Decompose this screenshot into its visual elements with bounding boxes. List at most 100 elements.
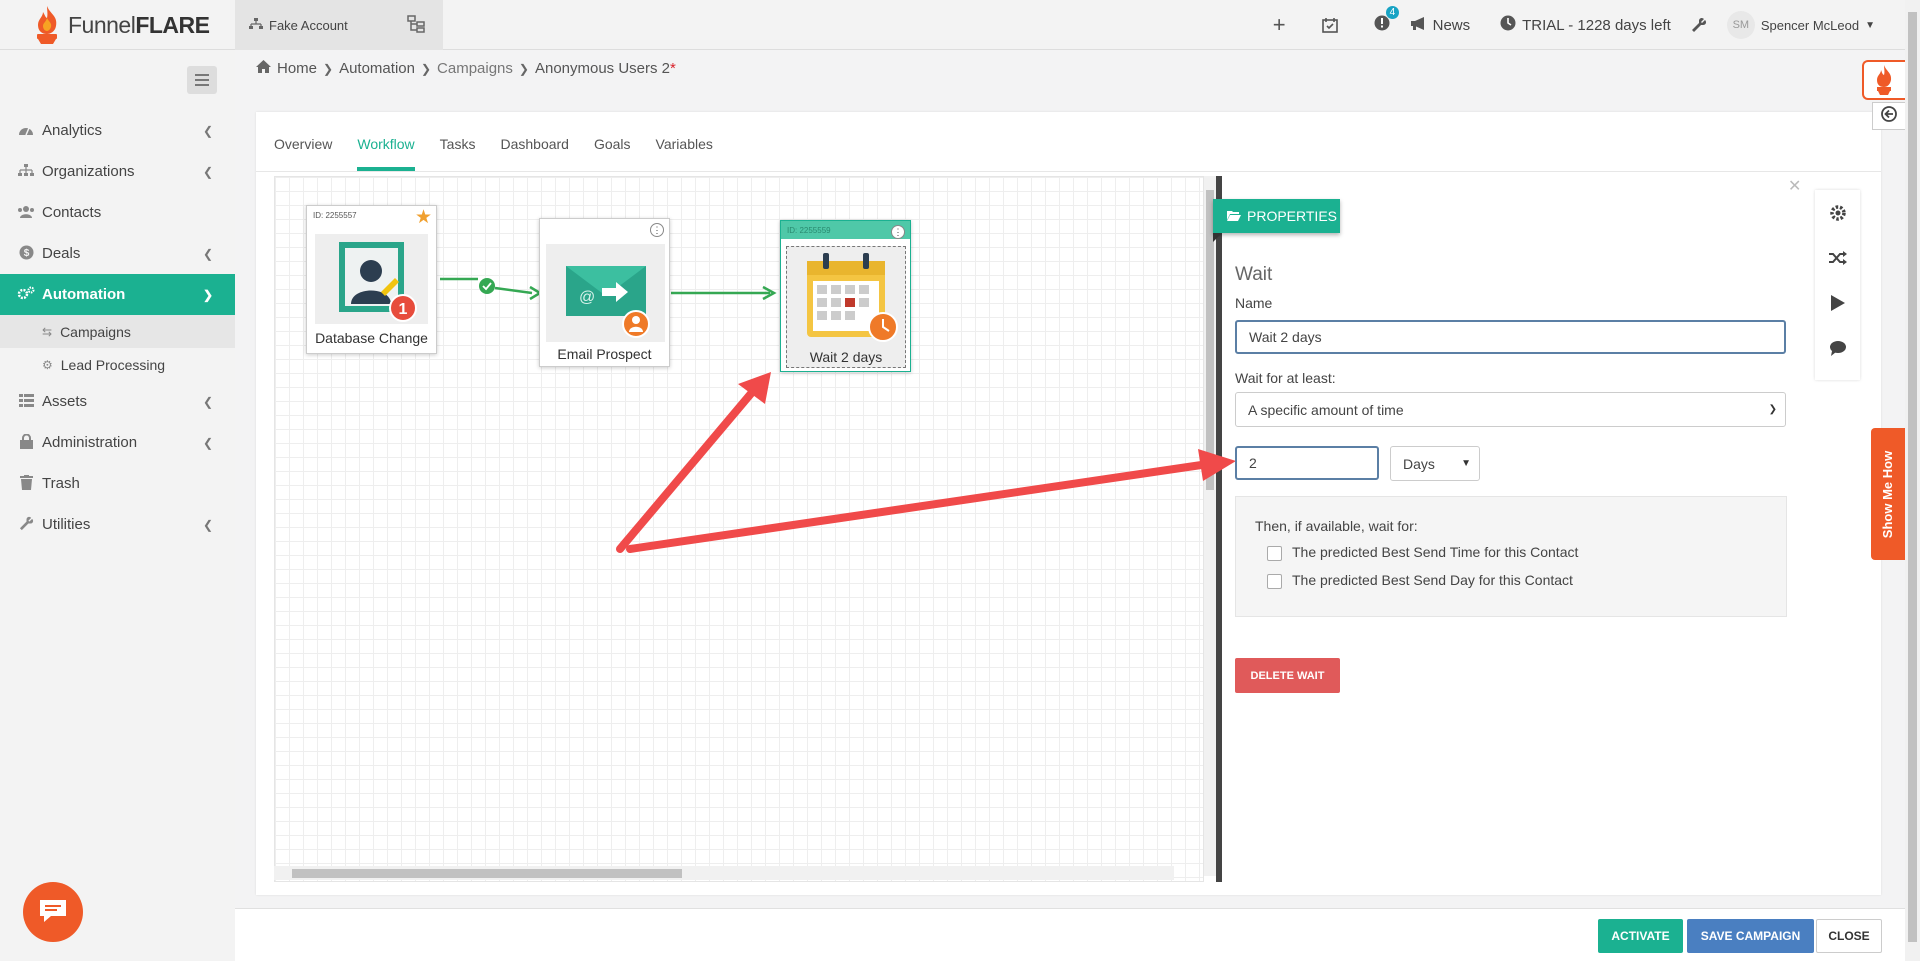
panel-divider[interactable]	[1216, 176, 1222, 882]
sidebar-item-analytics[interactable]: Analytics ❮	[0, 110, 235, 151]
star-icon[interactable]: ★	[415, 206, 432, 229]
shuffle-icon[interactable]	[1815, 235, 1860, 280]
sidebar-item-organizations[interactable]: Organizations ❮	[0, 151, 235, 192]
svg-text:$: $	[23, 248, 29, 259]
campaign-name: Anonymous Users 2	[534, 60, 671, 77]
settings-gear-icon[interactable]	[1815, 190, 1860, 235]
canvas-horizontal-scrollbar[interactable]	[274, 866, 1174, 880]
caret-down-icon: ▼	[1461, 458, 1471, 469]
wait-for-select[interactable]: A specific amount of time ❯	[1235, 392, 1786, 427]
close-button[interactable]: CLOSE	[1816, 919, 1882, 953]
activate-button[interactable]: ACTIVATE	[1598, 919, 1683, 953]
users-icon	[16, 205, 36, 221]
play-icon[interactable]	[1815, 280, 1860, 325]
flame-logo-icon	[30, 4, 64, 46]
logo-text-bold: FLARE	[135, 11, 210, 38]
tab-tasks[interactable]: Tasks	[440, 136, 476, 171]
add-icon[interactable]: +	[1273, 12, 1286, 38]
org-tree-icon[interactable]	[407, 15, 425, 38]
funnelflare-logo[interactable]: FunnelFLARE	[30, 0, 235, 50]
name-input[interactable]: Wait 2 days	[1235, 320, 1786, 354]
workflow-node-database-change[interactable]: ID: 2255557 ★ 1 Database Change	[306, 205, 437, 354]
hamburger-menu-icon[interactable]	[187, 66, 217, 94]
sidebar-item-label: Trash	[42, 475, 80, 492]
node-menu-icon[interactable]: ⋮	[650, 223, 664, 237]
sidebar-item-automation[interactable]: Automation ❯	[0, 274, 235, 315]
clock-icon	[1500, 15, 1516, 35]
exclamation-circle-icon	[1374, 15, 1390, 35]
calendar-check-icon[interactable]	[1321, 17, 1338, 33]
node-label: Database Change	[315, 330, 428, 346]
tab-dashboard[interactable]: Dashboard	[500, 136, 569, 171]
best-send-day-checkbox[interactable]	[1267, 574, 1282, 589]
node-label: Email Prospect	[557, 346, 652, 362]
sidebar-item-trash[interactable]: Trash	[0, 463, 235, 504]
close-panel-icon[interactable]: ✕	[1788, 176, 1801, 196]
tab-workflow[interactable]: Workflow	[357, 136, 415, 171]
sidebar-item-label: Automation	[42, 286, 126, 303]
alerts-button[interactable]: 4	[1374, 6, 1400, 35]
page-scrollbar[interactable]	[1905, 0, 1920, 961]
node-selection-box: Wait 2 days	[786, 246, 906, 368]
news-link[interactable]: News	[1410, 16, 1471, 35]
wait-amount-value: 2	[1249, 455, 1257, 471]
sidebar-item-label: Deals	[42, 245, 81, 262]
best-send-time-checkbox[interactable]	[1267, 546, 1282, 561]
node-menu-icon[interactable]: ⋮	[891, 225, 905, 239]
tab-variables[interactable]: Variables	[656, 136, 713, 171]
sidebar-item-assets[interactable]: Assets ❮	[0, 381, 235, 422]
breadcrumb-campaigns[interactable]: Campaigns	[437, 60, 513, 77]
wait-unit-select[interactable]: Days ▼	[1390, 446, 1480, 481]
chevron-left-icon: ❮	[202, 123, 213, 138]
collapse-panel-button[interactable]	[1872, 102, 1905, 130]
lock-icon	[16, 433, 36, 452]
chevron-right-icon: ❯	[323, 61, 334, 76]
chat-button[interactable]	[23, 882, 83, 942]
name-input-value: Wait 2 days	[1249, 329, 1322, 345]
sidebar-subitem-campaigns[interactable]: ⇆ Campaigns	[0, 315, 235, 348]
tab-goals[interactable]: Goals	[594, 136, 631, 171]
sidebar-item-administration[interactable]: Administration ❮	[0, 422, 235, 463]
wait-unit-value: Days	[1403, 455, 1435, 472]
comment-icon[interactable]	[1815, 325, 1860, 370]
sidebar-item-contacts[interactable]: Contacts	[0, 192, 235, 233]
sidebar-subitem-label: Campaigns	[60, 323, 131, 340]
email-icon: @	[546, 244, 665, 342]
chevron-left-icon: ❮	[202, 435, 213, 450]
news-label: News	[1432, 16, 1471, 34]
node-badge: 1	[399, 301, 408, 318]
chat-icon	[37, 896, 69, 929]
wrench-icon[interactable]	[1691, 17, 1707, 33]
alerts-badge: 4	[1385, 6, 1400, 19]
breadcrumb-home[interactable]: Home	[277, 60, 317, 77]
trial-status[interactable]: TRIAL - 1228 days left	[1500, 15, 1671, 35]
chevron-down-icon: ❯	[202, 287, 213, 302]
properties-label: PROPERTIES	[1247, 208, 1337, 224]
user-menu[interactable]: SM Spencer McLeod ▼	[1726, 11, 1875, 39]
funnelflare-assistant-tab[interactable]	[1862, 60, 1905, 100]
properties-header-button[interactable]: PROPERTIES	[1213, 199, 1340, 233]
chevron-right-icon: ❯	[420, 61, 432, 76]
breadcrumb-automation[interactable]: Automation	[339, 60, 415, 77]
account-switcher[interactable]: Fake Account	[235, 0, 443, 50]
sidebar-subitem-lead-processing[interactable]: ⚙ Lead Processing	[0, 348, 235, 381]
grid-icon	[16, 393, 36, 410]
sidebar-subitem-label: Lead Processing	[60, 356, 166, 373]
cogs-icon	[16, 286, 36, 303]
workflow-node-wait[interactable]: ID: 2255559 ⋮ Wait 2 days	[780, 220, 911, 372]
best-send-day-label: The predicted Best Send Day for this Con…	[1292, 572, 1573, 588]
sidebar-item-utilities[interactable]: Utilities ❮	[0, 504, 235, 545]
sidebar: Analytics ❮ Organizations ❮ Contacts $ D…	[0, 50, 235, 961]
wait-amount-input[interactable]: 2	[1235, 446, 1379, 480]
show-me-how-tab[interactable]: Show Me How	[1871, 428, 1905, 560]
campaign-tabs: Overview Workflow Tasks Dashboard Goals …	[256, 112, 1881, 172]
dollar-icon: $	[16, 245, 36, 263]
dashboard-icon	[16, 123, 36, 139]
tab-overview[interactable]: Overview	[274, 136, 332, 171]
account-name: Fake Account	[269, 17, 348, 33]
canvas-vertical-scrollbar[interactable]	[1204, 176, 1216, 876]
delete-wait-button[interactable]: DELETE WAIT	[1235, 658, 1340, 693]
sidebar-item-deals[interactable]: $ Deals ❮	[0, 233, 235, 274]
workflow-node-email-prospect[interactable]: ⋮ @ Email Prospect	[539, 218, 670, 367]
save-campaign-button[interactable]: SAVE CAMPAIGN	[1687, 919, 1814, 953]
